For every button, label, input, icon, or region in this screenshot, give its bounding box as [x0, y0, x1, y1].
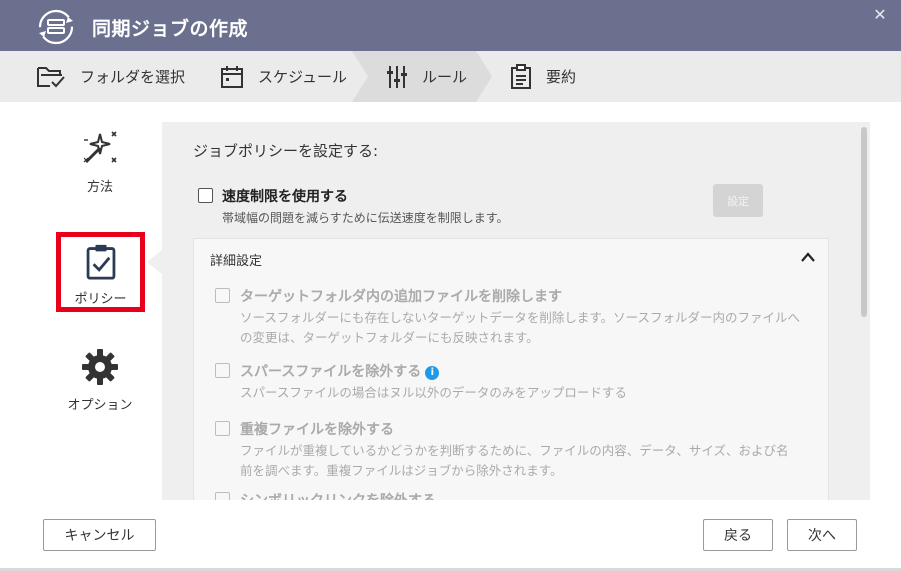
chevron-up-icon[interactable] — [800, 250, 816, 264]
step-label: ルール — [422, 68, 468, 86]
step-label: 要約 — [546, 68, 577, 86]
sidebar-label: オプション — [67, 398, 133, 413]
step-select-folder[interactable]: フォルダを選択 — [36, 51, 185, 102]
sidebar-label: 方法 — [86, 180, 113, 195]
step-label: スケジュール — [258, 68, 347, 86]
cancel-button[interactable]: キャンセル — [43, 519, 156, 551]
close-button[interactable]: ✕ — [871, 6, 889, 24]
calendar-icon — [221, 65, 243, 88]
advanced-settings-title[interactable]: 詳細設定 — [210, 250, 262, 269]
step-summary[interactable]: 要約 — [510, 51, 576, 102]
speed-settings-button[interactable]: 設定 — [713, 184, 763, 217]
magic-wand-icon — [83, 131, 117, 164]
sidebar-label: ポリシー — [74, 292, 127, 307]
option-checkbox-delete-extra[interactable] — [215, 288, 230, 303]
info-icon[interactable]: i — [425, 366, 440, 380]
wizard-steps: フォルダを選択 スケジュール ルール 要約 — [0, 51, 901, 102]
option-label-symlink[interactable]: シンボリックリンクを除外する — [240, 490, 436, 500]
clipboard-list-icon — [511, 63, 531, 89]
sliders-icon — [387, 65, 407, 88]
panel-bottom-mask — [162, 500, 870, 519]
sidebar-item-options[interactable]: オプション — [60, 348, 140, 413]
option-description-duplicate: ファイルが重複しているかどうかを判断するために、ファイルの内容、データ、サイズ、… — [240, 443, 789, 478]
speed-limit-label[interactable]: 速度制限を使用する — [222, 186, 348, 206]
option-label-delete-extra[interactable]: ターゲットフォルダ内の追加ファイルを削除します — [240, 286, 562, 306]
option-label-duplicate[interactable]: 重複ファイルを除外する — [240, 419, 394, 439]
option-row-sparse: スパースファイルを除外する i — [240, 361, 440, 381]
next-button[interactable]: 次へ — [787, 519, 857, 551]
sync-job-icon — [38, 9, 74, 45]
option-checkbox-duplicate[interactable] — [215, 421, 230, 436]
gear-icon — [82, 349, 118, 385]
selection-pointer — [147, 250, 162, 274]
option-description-sparse: スパースファイルの場合はヌル以外のデータのみをアップロードする — [240, 385, 627, 400]
folder-check-icon — [37, 66, 65, 87]
option-label-sparse[interactable]: スパースファイルを除外する — [240, 364, 421, 380]
speed-limit-checkbox[interactable] — [198, 188, 213, 203]
back-button[interactable]: 戻る — [703, 519, 773, 551]
step-label: フォルダを選択 — [80, 68, 186, 86]
scrollbar-thumb[interactable] — [861, 127, 867, 317]
speed-limit-description: 帯域幅の問題を減らすために伝送速度を制限します。 — [222, 211, 509, 225]
window-title: 同期ジョブの作成 — [92, 18, 249, 40]
option-description-delete-extra: ソースフォルダーにも存在しないターゲットデータを削除します。ソースフォルダー内の… — [240, 310, 801, 345]
clipboard-check-icon — [86, 244, 115, 280]
policy-heading: ジョブポリシーを設定する: — [193, 142, 379, 160]
step-rules[interactable]: ルール — [386, 51, 467, 102]
sidebar-item-method[interactable]: 方法 — [60, 128, 140, 195]
option-checkbox-sparse[interactable] — [215, 363, 230, 378]
sidebar-item-policy[interactable]: ポリシー — [56, 232, 145, 312]
step-schedule[interactable]: スケジュール — [220, 51, 347, 102]
title-bar: 同期ジョブの作成 ✕ — [0, 0, 901, 51]
